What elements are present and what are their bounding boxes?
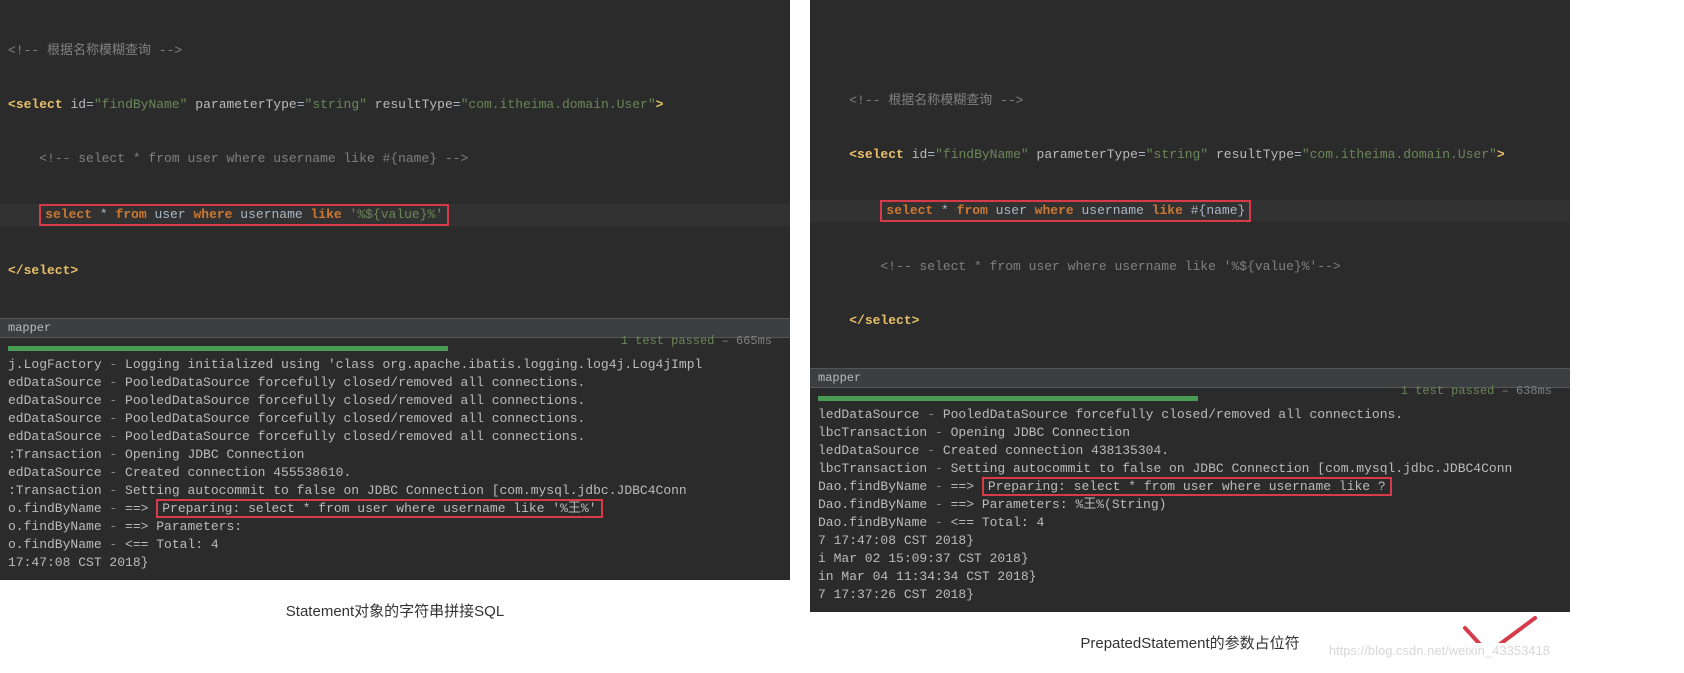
xml-inner-comment: <!-- select * from user where username l…	[880, 259, 1340, 274]
console-line: o.findByName - <== Total: 4	[8, 536, 782, 554]
console-line: 7 17:47:08 CST 2018}	[818, 532, 1562, 550]
xml-comment: <!-- 根据名称模糊查询 -->	[8, 43, 182, 58]
select-close-tag: </select>	[8, 263, 78, 278]
console-line: edDataSource - PooledDataSource forceful…	[8, 392, 782, 410]
console-line: in Mar 04 11:34:34 CST 2018}	[818, 568, 1562, 586]
console-line: 7 17:37:26 CST 2018}	[818, 586, 1562, 604]
test-bar-right: 1 test passed – 638ms	[810, 388, 1570, 402]
console-line: Dao.findByName - ==> Preparing: select *…	[818, 478, 1562, 496]
console-line: j.LogFactory - Logging initialized using…	[8, 356, 782, 374]
console-line: o.findByName - ==> Parameters:	[8, 518, 782, 536]
console-line: edDataSource - PooledDataSource forceful…	[8, 374, 782, 392]
test-time: – 665ms	[714, 334, 772, 348]
watermark-text: https://blog.csdn.net/weixin_43353418	[1329, 643, 1550, 658]
console-line: o.findByName - ==> Preparing: select * f…	[8, 500, 782, 518]
console-line: edDataSource - Created connection 455538…	[8, 464, 782, 482]
caption-left: Statement对象的字符串拼接SQL	[0, 580, 790, 641]
console-line: lbcTransaction - Setting autocommit to f…	[818, 460, 1562, 478]
select-close-tag: </select>	[849, 313, 919, 328]
highlighted-log: Preparing: select * from user where user…	[156, 499, 602, 518]
left-column: <!-- 根据名称模糊查询 --> <select id="findByName…	[0, 0, 790, 673]
test-status: 1 test passed	[621, 334, 715, 348]
console-line: i Mar 02 15:09:37 CST 2018}	[818, 550, 1562, 568]
console-left[interactable]: j.LogFactory - Logging initialized using…	[0, 352, 790, 580]
console-line: Dao.findByName - <== Total: 4	[818, 514, 1562, 532]
console-line: Dao.findByName - ==> Parameters: %王%(Str…	[818, 496, 1562, 514]
console-line: edDataSource - PooledDataSource forceful…	[8, 410, 782, 428]
console-right[interactable]: ledDataSource - PooledDataSource forcefu…	[810, 402, 1570, 612]
highlighted-sql-right: select * from user where username like #…	[880, 200, 1251, 222]
console-line: edDataSource - PooledDataSource forceful…	[8, 428, 782, 446]
test-status: 1 test passed	[1401, 384, 1495, 398]
right-editor-panel: <!-- 根据名称模糊查询 --> <select id="findByName…	[810, 0, 1570, 612]
console-line: ledDataSource - PooledDataSource forcefu…	[818, 406, 1562, 424]
console-line: :Transaction - Setting autocommit to fal…	[8, 482, 782, 500]
comparison-container: <!-- 根据名称模糊查询 --> <select id="findByName…	[0, 0, 1684, 673]
console-line: lbcTransaction - Opening JDBC Connection	[818, 424, 1562, 442]
highlighted-log: Preparing: select * from user where user…	[982, 477, 1392, 496]
console-line: ledDataSource - Created connection 43813…	[818, 442, 1562, 460]
test-bar-left: 1 test passed – 665ms	[0, 338, 790, 352]
test-time: – 638ms	[1494, 384, 1552, 398]
console-line: 17:47:08 CST 2018}	[8, 554, 782, 572]
left-editor-panel: <!-- 根据名称模糊查询 --> <select id="findByName…	[0, 0, 790, 580]
console-line: :Transaction - Opening JDBC Connection	[8, 446, 782, 464]
code-editor-left[interactable]: <!-- 根据名称模糊查询 --> <select id="findByName…	[0, 0, 790, 318]
xml-inner-comment: <!-- select * from user where username l…	[39, 151, 468, 166]
xml-comment: <!-- 根据名称模糊查询 -->	[849, 93, 1023, 108]
code-editor-right[interactable]: <!-- 根据名称模糊查询 --> <select id="findByName…	[810, 0, 1570, 368]
highlighted-sql-left: select * from user where username like '…	[39, 204, 449, 226]
right-column: <!-- 根据名称模糊查询 --> <select id="findByName…	[810, 0, 1570, 673]
